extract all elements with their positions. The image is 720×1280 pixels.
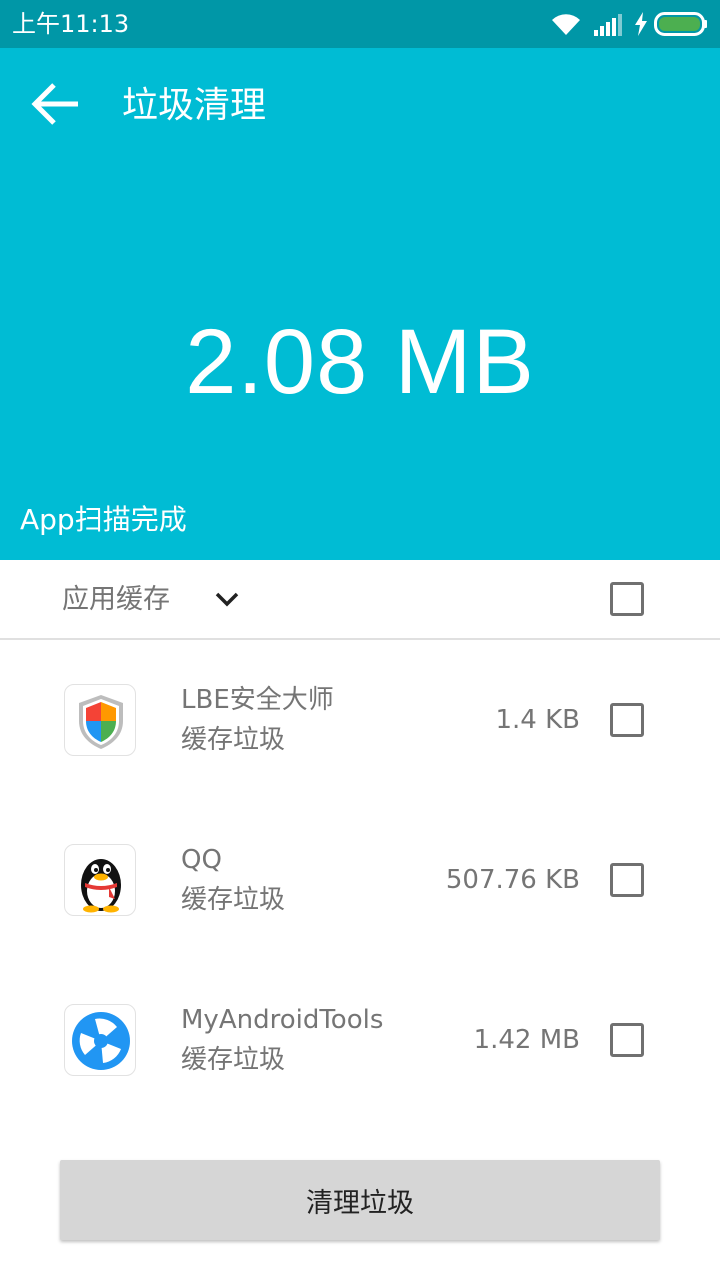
list-item[interactable]: LBE安全大师 缓存垃圾 1.4 KB (0, 640, 720, 800)
page-title: 垃圾清理 (122, 85, 267, 126)
app-type: 缓存垃圾 (181, 725, 286, 755)
status-icons (550, 10, 708, 38)
signal-icon (594, 12, 624, 36)
app-type: 缓存垃圾 (181, 1045, 286, 1075)
app-type: 缓存垃圾 (181, 885, 286, 915)
arrow-left-icon (30, 82, 82, 130)
qq-penguin-icon (64, 844, 136, 916)
category-checkbox[interactable] (610, 582, 644, 616)
category-header-app-cache[interactable]: 应用缓存 (0, 560, 720, 640)
myandroidtools-icon (64, 1004, 136, 1076)
category-label: 应用缓存 (62, 584, 170, 615)
app-checkbox[interactable] (610, 863, 644, 897)
app-name: MyAndroidTools (181, 1005, 384, 1035)
back-button[interactable] (24, 74, 88, 138)
lbe-shield-icon (64, 684, 136, 756)
battery-icon (654, 12, 708, 36)
app-size: 1.4 KB (495, 705, 581, 735)
charging-icon (634, 12, 648, 36)
app-size: 1.42 MB (473, 1025, 580, 1055)
app-checkbox[interactable] (610, 1023, 644, 1057)
app-name: QQ (181, 845, 222, 875)
chevron-down-icon[interactable] (212, 584, 242, 614)
list-item[interactable]: QQ 缓存垃圾 507.76 KB (0, 800, 720, 960)
wifi-icon (550, 11, 582, 37)
status-time: 上午11:13 (12, 10, 130, 38)
scan-status: App扫描完成 (20, 503, 187, 536)
app-checkbox[interactable] (610, 703, 644, 737)
status-bar: 上午11:13 (0, 0, 720, 48)
header-area: 垃圾清理 2.08 MB App扫描完成 (0, 48, 720, 560)
app-name: LBE安全大师 (181, 685, 334, 715)
list-item[interactable]: MyAndroidTools 缓存垃圾 1.42 MB (0, 960, 720, 1120)
clean-junk-button[interactable]: 清理垃圾 (60, 1160, 660, 1240)
total-junk-size: 2.08 MB (185, 311, 535, 413)
app-size: 507.76 KB (445, 865, 580, 895)
